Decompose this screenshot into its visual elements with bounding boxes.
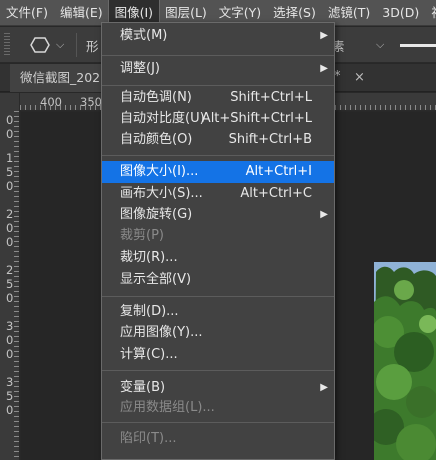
menu-item-apply-image[interactable]: 应用图像(Y)... xyxy=(102,322,334,344)
submenu-arrow-icon: ▶ xyxy=(320,209,328,220)
menu-3d[interactable]: 3D(D) xyxy=(376,0,425,26)
close-icon[interactable]: × xyxy=(354,70,365,85)
menu-item-label: 画布大小(S)... xyxy=(120,186,203,201)
submenu-arrow-icon: ▶ xyxy=(320,63,328,74)
ruler-digit: 0 xyxy=(6,403,14,417)
menu-item-auto-color[interactable]: 自动颜色(O) Shift+Ctrl+B xyxy=(102,129,334,151)
menu-item-calculations[interactable]: 计算(C)... xyxy=(102,344,334,366)
ruler-digit: 0 xyxy=(6,235,14,249)
menu-item-shortcut: Alt+Shift+Ctrl+L xyxy=(201,111,312,126)
menu-item-label: 自动色调(N) xyxy=(120,90,192,105)
menu-item-image-rotation[interactable]: 图像旋转(G) ▶ xyxy=(102,204,334,226)
menu-item-trap: 陷印(T)... xyxy=(102,428,334,450)
menu-item-label: 显示全部(V) xyxy=(120,272,192,287)
menu-item-reveal-all[interactable]: 显示全部(V) xyxy=(102,269,334,291)
menu-item-label: 复制(D)... xyxy=(120,304,179,319)
menu-item-shortcut: Alt+Ctrl+I xyxy=(245,164,312,179)
menu-separator xyxy=(102,55,334,56)
document-tab[interactable]: 微信截图_2021 xyxy=(10,64,105,92)
menu-item-duplicate[interactable]: 复制(D)... xyxy=(102,301,334,323)
ruler-digit: 3 xyxy=(6,375,14,389)
menu-file[interactable]: 文件(F) xyxy=(0,0,54,26)
menu-item-auto-tone[interactable]: 自动色调(N) Shift+Ctrl+L xyxy=(102,87,334,109)
menu-item-label: 裁切(R)... xyxy=(120,250,178,265)
menu-item-shortcut: Shift+Ctrl+B xyxy=(228,132,312,147)
menu-item-label: 自动颜色(O) xyxy=(120,132,193,147)
menu-item-shortcut: Alt+Ctrl+C xyxy=(240,186,312,201)
menu-item-label: 计算(C)... xyxy=(120,347,178,362)
menu-item-trim[interactable]: 裁切(R)... xyxy=(102,247,334,269)
submenu-arrow-icon: ▶ xyxy=(320,30,328,41)
image-menu-dropdown: 模式(M) ▶ 调整(J) ▶ 自动色调(N) Shift+Ctrl+L 自动对… xyxy=(101,22,335,460)
menu-item-mode[interactable]: 模式(M) ▶ xyxy=(102,25,334,47)
menu-item-label: 应用图像(Y)... xyxy=(120,325,203,340)
menu-item-label: 应用数据组(L)... xyxy=(120,400,215,415)
menu-separator xyxy=(102,370,334,371)
ruler-digit: 5 xyxy=(6,165,14,179)
menu-item-label: 裁剪(P) xyxy=(120,228,164,243)
stroke-style-preview[interactable] xyxy=(400,44,436,47)
chevron-down-icon[interactable]: ⌵ xyxy=(376,38,384,52)
menu-item-variables[interactable]: 变量(B) ▶ xyxy=(102,377,334,399)
options-divider xyxy=(76,33,77,57)
ruler-digit: 2 xyxy=(6,207,14,221)
menu-separator xyxy=(102,85,334,86)
menu-item-image-size[interactable]: 图像大小(I)... Alt+Ctrl+I xyxy=(102,161,334,183)
shape-mode-label[interactable]: 形 xyxy=(86,36,99,55)
ruler-digit: 0 xyxy=(6,333,14,347)
menu-item-shortcut: Shift+Ctrl+L xyxy=(230,90,312,105)
menu-item-label: 陷印(T)... xyxy=(120,431,177,446)
ruler-digit: 0 xyxy=(6,127,14,141)
menu-view[interactable]: 视图 xyxy=(425,0,436,26)
menu-item-label: 图像旋转(G) xyxy=(120,207,193,222)
ruler-digit: 0 xyxy=(6,113,14,127)
menu-item-label: 模式(M) xyxy=(120,28,168,43)
menu-item-crop: 裁剪(P) xyxy=(102,225,334,247)
ruler-digit: 5 xyxy=(6,277,14,291)
submenu-arrow-icon: ▶ xyxy=(320,382,328,393)
ruler-digit: 3 xyxy=(6,319,14,333)
hexagon-icon[interactable] xyxy=(30,37,50,53)
menu-item-label: 自动对比度(U) xyxy=(120,111,205,126)
vertical-ruler: 0 0 1 5 0 2 0 0 2 5 0 3 0 0 3 5 0 xyxy=(0,93,20,460)
menu-item-label: 变量(B) xyxy=(120,380,166,395)
menu-item-label: 图像大小(I)... xyxy=(120,164,199,179)
menu-item-apply-data-set: 应用数据组(L)... xyxy=(102,397,334,419)
ruler-ticks xyxy=(14,111,19,460)
document-image[interactable] xyxy=(374,262,436,460)
menu-item-auto-contrast[interactable]: 自动对比度(U) Alt+Shift+Ctrl+L xyxy=(102,108,334,130)
menu-item-canvas-size[interactable]: 画布大小(S)... Alt+Ctrl+C xyxy=(102,183,334,205)
ruler-digit: 0 xyxy=(6,291,14,305)
menu-item-label: 调整(J) xyxy=(120,61,160,76)
menu-separator xyxy=(102,296,334,297)
ruler-digit: 0 xyxy=(6,179,14,193)
ruler-digit: 1 xyxy=(6,151,14,165)
ruler-digit: 0 xyxy=(6,347,14,361)
menu-separator xyxy=(102,422,334,423)
menu-item-adjustments[interactable]: 调整(J) ▶ xyxy=(102,58,334,80)
ruler-digit: 5 xyxy=(6,389,14,403)
ruler-digit: 0 xyxy=(6,221,14,235)
chevron-down-icon[interactable]: ⌵ xyxy=(56,38,64,52)
ruler-digit: 2 xyxy=(6,263,14,277)
options-bar-grip[interactable] xyxy=(4,33,10,57)
menu-separator xyxy=(102,155,334,156)
